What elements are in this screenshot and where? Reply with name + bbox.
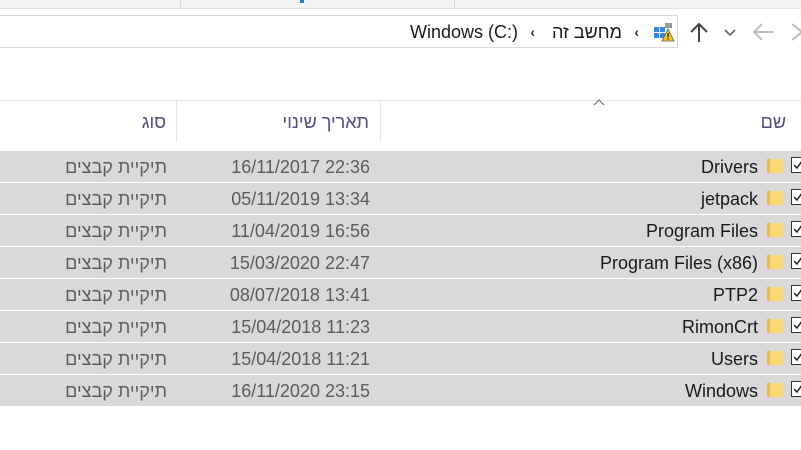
- checkmark-icon: [793, 225, 801, 234]
- row-checkbox[interactable]: [791, 285, 801, 301]
- column-header-name[interactable]: שם: [761, 101, 786, 142]
- file-name: Program Files (x86): [599, 253, 758, 273]
- recent-locations-button[interactable]: [720, 18, 746, 46]
- row-checkbox[interactable]: [791, 189, 801, 205]
- this-pc-warning-icon: [654, 23, 675, 42]
- forward-button[interactable]: [791, 18, 801, 46]
- file-row[interactable]: Users 15/04/2018 11:21 תיקיית קבצים: [0, 343, 801, 375]
- file-type: תיקיית קבצים: [65, 381, 167, 401]
- checkmark-icon: [793, 353, 801, 362]
- file-explorer-window: Windows (C:) ‹ מחשב זה ‹ שם תאריך שינוי …: [0, 0, 801, 450]
- folder-icon: [767, 319, 783, 333]
- folder-icon: [767, 191, 783, 205]
- file-date-modified: 16/11/2020 23:15: [231, 381, 370, 401]
- breadcrumb-drive[interactable]: Windows (C:): [410, 16, 518, 47]
- row-checkbox[interactable]: [791, 253, 801, 269]
- file-name: jetpack: [700, 189, 758, 209]
- folder-icon: [767, 287, 783, 301]
- checkmark-icon: [793, 385, 801, 394]
- row-checkbox[interactable]: [791, 221, 801, 237]
- checkmark-icon: [793, 161, 801, 170]
- file-row[interactable]: Program Files 11/04/2019 16:56 תיקיית קב…: [0, 215, 801, 247]
- file-row[interactable]: Drivers 16/11/2017 22:36 תיקיית קבצים: [0, 151, 801, 183]
- address-bar[interactable]: Windows (C:) ‹ מחשב זה ‹: [0, 15, 678, 48]
- folder-icon: [767, 351, 783, 365]
- arrow-left-icon: [752, 23, 774, 41]
- file-name: Drivers: [701, 157, 758, 177]
- file-date-modified: 05/11/2019 13:34: [231, 189, 370, 209]
- ribbon-strip: [0, 0, 801, 9]
- file-name: PTP2: [712, 285, 758, 305]
- row-checkbox[interactable]: [791, 381, 801, 397]
- column-resize-handle[interactable]: [176, 101, 177, 142]
- file-list: Drivers 16/11/2017 22:36 תיקיית קבצים je…: [0, 151, 801, 407]
- file-type: תיקיית קבצים: [65, 317, 167, 337]
- file-date-modified: 11/04/2019 16:56: [231, 221, 370, 241]
- file-row[interactable]: Windows 16/11/2020 23:15 תיקיית קבצים: [0, 375, 801, 407]
- folder-icon: [767, 255, 783, 269]
- breadcrumb-this-pc[interactable]: מחשב זה: [552, 16, 622, 47]
- file-type: תיקיית קבצים: [65, 253, 167, 273]
- folder-icon: [767, 383, 783, 397]
- breadcrumb-separator-icon[interactable]: ‹: [530, 16, 535, 47]
- file-type: תיקיית קבצים: [65, 157, 167, 177]
- arrow-up-icon: [690, 22, 708, 42]
- file-type: תיקיית קבצים: [65, 285, 167, 305]
- file-date-modified: 08/07/2018 13:41: [229, 285, 370, 305]
- chevron-down-icon: [724, 29, 736, 37]
- column-header-type[interactable]: סוג: [142, 101, 166, 142]
- folder-icon: [767, 223, 783, 237]
- file-date-modified: 15/04/2018 11:21: [231, 349, 370, 369]
- file-name: Windows: [684, 381, 758, 401]
- checkmark-icon: [793, 193, 801, 202]
- file-type: תיקיית קבצים: [65, 349, 167, 369]
- row-checkbox[interactable]: [791, 157, 801, 173]
- breadcrumb-separator-icon[interactable]: ‹: [634, 16, 639, 47]
- column-header-row: שם תאריך שינוי סוג: [0, 99, 801, 142]
- checkmark-icon: [793, 289, 801, 298]
- checkmark-icon: [793, 321, 801, 330]
- file-name: RimonCrt: [681, 317, 758, 337]
- ribbon-tab-indicator: [300, 0, 304, 3]
- checkmark-icon: [793, 257, 801, 266]
- file-date-modified: 15/04/2018 11:23: [231, 317, 370, 337]
- file-row[interactable]: Program Files (x86) 15/03/2020 22:47 תיק…: [0, 247, 801, 279]
- file-name: Program Files: [645, 221, 758, 241]
- sort-ascending-icon: [593, 99, 605, 106]
- row-checkbox[interactable]: [791, 317, 801, 333]
- file-type: תיקיית קבצים: [65, 221, 167, 241]
- file-type: תיקיית קבצים: [65, 189, 167, 209]
- up-button[interactable]: [686, 18, 712, 46]
- file-name: Users: [710, 349, 758, 369]
- file-date-modified: 16/11/2017 22:36: [231, 157, 370, 177]
- back-button[interactable]: [750, 18, 776, 46]
- folder-icon: [767, 159, 783, 173]
- ribbon-divider: [454, 0, 455, 8]
- row-checkbox[interactable]: [791, 349, 801, 365]
- file-row[interactable]: PTP2 08/07/2018 13:41 תיקיית קבצים: [0, 279, 801, 311]
- file-row[interactable]: jetpack 05/11/2019 13:34 תיקיית קבצים: [0, 183, 801, 215]
- column-header-date-modified[interactable]: תאריך שינוי: [283, 101, 369, 142]
- ribbon-divider: [180, 0, 181, 8]
- column-resize-handle[interactable]: [380, 101, 381, 142]
- file-row[interactable]: RimonCrt 15/04/2018 11:23 תיקיית קבצים: [0, 311, 801, 343]
- arrow-right-icon: [791, 23, 801, 41]
- file-date-modified: 15/03/2020 22:47: [229, 253, 370, 273]
